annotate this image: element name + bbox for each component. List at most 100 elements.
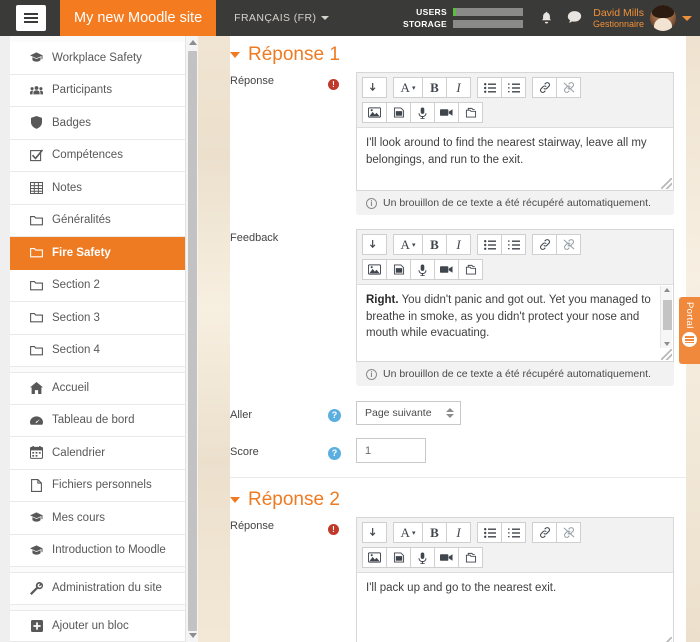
scrollbar-thumb[interactable] <box>663 300 672 330</box>
italic-icon[interactable]: I <box>446 77 471 98</box>
numbered-list-icon[interactable] <box>501 234 526 255</box>
resize-handle[interactable] <box>661 349 672 360</box>
video-camera-icon[interactable] <box>434 547 459 568</box>
media-icon[interactable] <box>386 259 411 280</box>
link-icon[interactable] <box>532 77 557 98</box>
required-marker: ! <box>328 517 356 537</box>
italic-icon[interactable]: I <box>446 234 471 255</box>
user-identity: David Mills Gestionnaire <box>593 7 644 29</box>
unlink-icon[interactable] <box>556 234 581 255</box>
user-menu[interactable]: David Mills Gestionnaire <box>593 5 676 31</box>
numbered-list-icon[interactable] <box>501 522 526 543</box>
microphone-icon[interactable] <box>410 102 435 123</box>
score-input[interactable]: 1 <box>356 438 426 463</box>
sidebar-item-label: Généralités <box>52 214 111 227</box>
manage-files-icon[interactable] <box>458 547 483 568</box>
manage-files-icon[interactable] <box>458 259 483 280</box>
scroll-down-arrow-icon[interactable] <box>664 342 670 346</box>
site-brand-link[interactable]: My new Moodle site <box>60 0 217 36</box>
atto-editor: A ▾ B I <box>356 229 674 362</box>
section-header-reponse-2[interactable]: Réponse 2 <box>230 489 700 511</box>
feedback-scrollbar[interactable] <box>660 286 672 348</box>
language-selector[interactable]: FRANÇAIS (FR) <box>234 12 330 24</box>
help-icon[interactable]: ? <box>328 409 341 422</box>
plus-square-icon <box>30 619 43 632</box>
bullet-list-icon[interactable] <box>477 77 502 98</box>
sidebar-item-section-4[interactable]: Section 4 <box>10 334 185 367</box>
sidebar-item-participants[interactable]: Participants <box>10 74 185 107</box>
image-icon[interactable] <box>362 547 387 568</box>
sidebar-item-fichiers-personnels[interactable]: Fichiers personnels <box>10 469 185 502</box>
media-icon[interactable] <box>386 102 411 123</box>
sidebar-item-calendrier[interactable]: Calendrier <box>10 437 185 470</box>
unlink-icon[interactable] <box>556 522 581 543</box>
microphone-icon[interactable] <box>410 259 435 280</box>
sidebar-item-badges[interactable]: Badges <box>10 107 185 140</box>
sidebar-item-introduction-to-moodle[interactable]: Introduction to Moodle <box>10 534 185 567</box>
collapse-caret-icon[interactable] <box>230 497 240 503</box>
bold-icon[interactable]: B <box>422 522 447 543</box>
link-icon[interactable] <box>532 522 557 543</box>
jump-select[interactable]: Page suivante <box>356 401 461 425</box>
sidebar-item-section-3[interactable]: Section 3 <box>10 302 185 335</box>
image-icon[interactable] <box>362 102 387 123</box>
bullet-list-icon[interactable] <box>477 234 502 255</box>
help-icon[interactable]: ? <box>328 446 341 460</box>
portal-tab[interactable]: Portal <box>679 297 700 364</box>
resize-handle[interactable] <box>661 178 672 189</box>
video-camera-icon[interactable] <box>434 102 459 123</box>
unlink-icon[interactable] <box>556 77 581 98</box>
collapse-caret-icon[interactable] <box>230 52 240 58</box>
sidebar-item-comp-tences[interactable]: Compétences <box>10 139 185 172</box>
undo-icon[interactable] <box>362 522 387 543</box>
italic-icon[interactable]: I <box>446 522 471 543</box>
sidebar-item-notes[interactable]: Notes <box>10 172 185 205</box>
link-icon[interactable] <box>532 234 557 255</box>
undo-icon[interactable] <box>362 234 387 255</box>
undo-icon[interactable] <box>362 77 387 98</box>
text-style-icon[interactable]: A ▾ <box>393 77 423 98</box>
scroll-up-arrow-icon[interactable] <box>186 36 199 49</box>
text-style-icon[interactable]: A ▾ <box>393 522 423 543</box>
sidebar-item-section-2[interactable]: Section 2 <box>10 269 185 302</box>
feedback-textarea[interactable]: Right. You didn't panic and got out. Yet… <box>357 285 673 361</box>
video-camera-icon[interactable] <box>434 259 459 280</box>
bullet-list-icon[interactable] <box>477 522 502 543</box>
sidebar-item-accueil[interactable]: Accueil <box>10 372 185 405</box>
field-answer-1: Réponse ! A ▾ B I I'll look around to fi… <box>230 72 700 217</box>
scroll-down-arrow-icon[interactable] <box>186 629 199 642</box>
sidebar-item-label: Compétences <box>52 149 123 162</box>
user-menu-chevron-down-icon[interactable] <box>682 15 692 21</box>
numbered-list-icon[interactable] <box>501 77 526 98</box>
sidebar-item-ajouter-un-bloc[interactable]: Ajouter un bloc <box>10 609 185 642</box>
section-header-reponse-1[interactable]: Réponse 1 <box>230 44 700 66</box>
scroll-up-arrow-icon[interactable] <box>664 288 670 292</box>
resize-handle[interactable] <box>661 637 672 642</box>
toolbar-row-2 <box>362 547 668 568</box>
sidebar-item-fire-safety[interactable]: Fire Safety <box>10 237 185 270</box>
bell-icon[interactable] <box>540 10 553 26</box>
answer-textarea[interactable]: I'll look around to find the nearest sta… <box>357 128 673 190</box>
answer2-textarea[interactable]: I'll pack up and go to the nearest exit. <box>357 573 673 642</box>
page-scrollbar[interactable] <box>185 36 198 642</box>
bold-icon[interactable]: B <box>422 77 447 98</box>
page-body: Workplace Safety Participants Badges Compét… <box>0 36 700 642</box>
sidebar-item-tableau-de-bord[interactable]: Tableau de bord <box>10 404 185 437</box>
chat-bubble-icon[interactable] <box>567 10 582 26</box>
field-jump: Aller ? Page suivante <box>230 401 700 425</box>
image-icon[interactable] <box>362 259 387 280</box>
editor-toolbar: A ▾ B I <box>357 230 673 285</box>
text-style-icon[interactable]: A ▾ <box>393 234 423 255</box>
media-icon[interactable] <box>386 547 411 568</box>
help-marker: ? <box>328 441 356 461</box>
sidebar-item-g-n-ralit-s[interactable]: Généralités <box>10 204 185 237</box>
sidebar-item-workplace-safety[interactable]: Workplace Safety <box>10 42 185 75</box>
bold-icon[interactable]: B <box>422 234 447 255</box>
scrollbar-thumb[interactable] <box>188 51 197 631</box>
avatar[interactable] <box>650 5 676 31</box>
microphone-icon[interactable] <box>410 547 435 568</box>
sidebar-item-administration-du-site[interactable]: Administration du site <box>10 572 185 605</box>
manage-files-icon[interactable] <box>458 102 483 123</box>
hamburger-icon[interactable] <box>16 5 46 31</box>
sidebar-item-mes-cours[interactable]: Mes cours <box>10 502 185 535</box>
